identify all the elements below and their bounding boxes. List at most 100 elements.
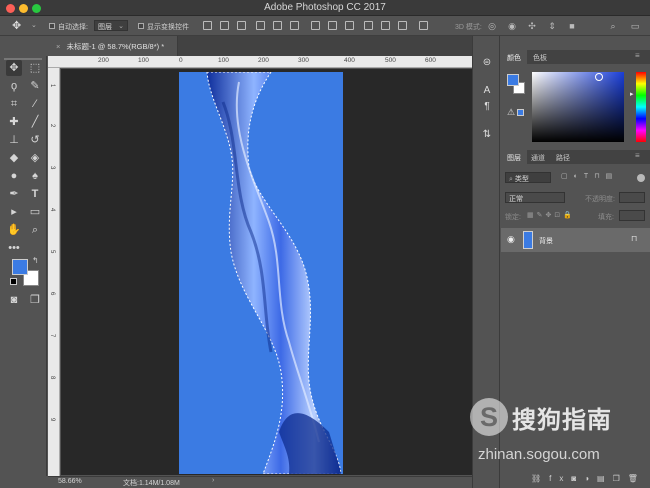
document-info: 文档:1.14M/1.08M (123, 480, 180, 487)
scale-3d-icon[interactable]: ■ (567, 21, 577, 31)
fill-input[interactable] (619, 210, 645, 221)
tab-channels[interactable]: 通道 (525, 150, 551, 164)
search-icon[interactable]: ⌕ (608, 21, 618, 31)
color-panel-tabs: 颜色 色板 ≡ (501, 50, 650, 64)
history-panel-icon[interactable]: ⊜ (480, 56, 494, 70)
filter-toggle-icon[interactable] (637, 174, 645, 182)
type-tool-icon[interactable]: T (27, 186, 43, 202)
quick-select-tool-icon[interactable]: ✎ (27, 78, 43, 94)
rectangle-tool-icon[interactable]: ▭ (27, 204, 43, 220)
crop-tool-icon[interactable]: ⌗ (6, 96, 22, 112)
fill-label: 填充: (598, 214, 614, 221)
auto-select-checkbox[interactable] (49, 23, 55, 29)
brush-tool-icon[interactable]: ╱ (27, 114, 43, 130)
character-panel-icon[interactable]: A (480, 84, 494, 98)
panel-menu-icon[interactable]: ≡ (635, 151, 640, 160)
auto-select-dropdown[interactable]: 图层 ⌄ (94, 20, 128, 31)
blur-tool-icon[interactable]: ● (6, 168, 22, 184)
layer-filter-icons[interactable]: ▢◐T⊓▤ (561, 172, 618, 180)
layer-filter-dropdown[interactable]: ⌕ 类型 (505, 172, 551, 183)
distribute-vcenter-icon[interactable] (328, 21, 337, 30)
close-tab-icon[interactable]: × (56, 42, 60, 51)
lock-label: 锁定: (505, 214, 521, 221)
dodge-tool-icon[interactable]: ♠ (27, 168, 43, 184)
edit-toolbar-icon[interactable]: ••• (6, 240, 22, 256)
slide-3d-icon[interactable]: ⇕ (547, 21, 557, 31)
lock-options-icons[interactable]: ▦✎✥⊡🔒 (527, 211, 575, 219)
move-tool-icon[interactable]: ✥ (6, 60, 22, 76)
align-left-icon[interactable] (256, 21, 265, 30)
tab-color[interactable]: 颜色 (501, 50, 527, 64)
ruler-tick-label: 2 (49, 124, 55, 128)
web-safe-swatch[interactable] (517, 109, 524, 116)
distribute-bottom-icon[interactable] (345, 21, 354, 30)
align-bottom-icon[interactable] (237, 21, 246, 30)
default-colors-icon[interactable] (10, 278, 17, 285)
history-brush-tool-icon[interactable]: ↺ (27, 132, 43, 148)
lasso-tool-icon[interactable]: ϙ (6, 78, 22, 94)
hue-slider-handle-icon[interactable]: ▸ (630, 90, 634, 98)
align-hcenter-icon[interactable] (273, 21, 282, 30)
distribute-right-icon[interactable] (398, 21, 407, 30)
layer-actions-bar[interactable]: ⛓fx◙◑▤❐🗑 (531, 474, 646, 483)
align-vcenter-icon[interactable] (220, 21, 229, 30)
clone-stamp-tool-icon[interactable]: ⊥ (6, 132, 22, 148)
paint-bucket-tool-icon[interactable]: ◈ (27, 150, 43, 166)
swap-colors-icon[interactable]: ↰ (32, 256, 39, 265)
distribute-left-icon[interactable] (364, 21, 373, 30)
roll-3d-icon[interactable]: ◉ (507, 21, 517, 31)
pen-tool-icon[interactable]: ✒ (6, 186, 22, 202)
color-spectrum[interactable] (532, 72, 624, 142)
tools-panel: ✥ ⬚ ϙ ✎ ⌗ ⁄ ✚ ╱ ⊥ ↺ ◆ ◈ ● ♠ ✒ T ▸ ▭ ✋ ⌕ … (0, 56, 47, 476)
color-foreground-swatch[interactable] (507, 74, 519, 86)
paragraph-panel-icon[interactable]: ¶ (480, 100, 494, 114)
screen-mode-icon[interactable]: ❐ (27, 292, 43, 308)
properties-panel-icon[interactable]: ⇅ (480, 128, 494, 142)
ruler-tick-label: 100 (218, 57, 229, 64)
distribute-top-icon[interactable] (311, 21, 320, 30)
status-menu-chevron-icon[interactable]: › (212, 477, 214, 484)
document-tab[interactable]: × 未标题-1 @ 58.7%(RGB/8*) * (48, 36, 178, 56)
marquee-tool-icon[interactable]: ⬚ (27, 60, 43, 76)
align-top-icon[interactable] (203, 21, 212, 30)
tab-paths[interactable]: 路径 (550, 150, 576, 164)
panel-menu-icon[interactable]: ≡ (635, 51, 640, 60)
move-tool-icon[interactable]: ✥ (12, 19, 21, 32)
opacity-input[interactable] (619, 192, 645, 203)
search-icon: ⌕ (509, 176, 513, 183)
distribute-hcenter-icon[interactable] (381, 21, 390, 30)
tab-layers[interactable]: 图层 (501, 150, 527, 164)
status-bar: 58.66% 文档:1.14M/1.08M › (48, 476, 472, 488)
document-tab-label: 未标题-1 @ 58.7%(RGB/8*) * (66, 42, 165, 51)
auto-align-icon[interactable] (419, 21, 428, 30)
eraser-tool-icon[interactable]: ◆ (6, 150, 22, 166)
tool-preset-chevron-icon[interactable]: ⌄ (31, 21, 37, 29)
show-transform-checkbox[interactable] (138, 23, 144, 29)
workspace-icon[interactable]: ▭ (630, 21, 640, 31)
document-canvas[interactable] (179, 72, 343, 474)
color-picker-cursor[interactable] (595, 73, 603, 81)
orbit-3d-icon[interactable]: ◎ (487, 21, 497, 31)
photoshop-window: Adobe Photoshop CC 2017 ✥ ⌄ 自动选择: 图层 ⌄ 显… (0, 0, 650, 488)
auto-select-label: 自动选择: (58, 24, 88, 31)
quick-mask-icon[interactable]: ◙ (6, 292, 22, 308)
align-right-icon[interactable] (290, 21, 299, 30)
visibility-eye-icon[interactable]: ◉ (507, 234, 515, 245)
layers-panel-tabs: 图层 通道 路径 ≡ (501, 150, 650, 164)
layer-row[interactable]: ◉ 背景 ⊓ (501, 228, 650, 252)
auto-select-value: 图层 (98, 24, 112, 31)
tab-swatches[interactable]: 色板 (527, 50, 553, 64)
zoom-readout[interactable]: 58.66% (58, 478, 82, 485)
gamut-warning-icon[interactable]: ⚠ (507, 107, 515, 118)
healing-brush-tool-icon[interactable]: ✚ (6, 114, 22, 130)
path-select-tool-icon[interactable]: ▸ (6, 204, 22, 220)
blend-mode-dropdown[interactable]: 正常 (505, 192, 565, 203)
eyedropper-tool-icon[interactable]: ⁄ (27, 96, 43, 112)
hue-slider[interactable] (636, 72, 646, 142)
pan-3d-icon[interactable]: ✣ (527, 21, 537, 31)
zoom-tool-icon[interactable]: ⌕ (27, 222, 43, 238)
watermark-title: 搜狗指南 (512, 407, 612, 434)
layer-name[interactable]: 背景 (539, 236, 553, 246)
hand-tool-icon[interactable]: ✋ (6, 222, 22, 238)
foreground-color-swatch[interactable] (12, 259, 28, 275)
